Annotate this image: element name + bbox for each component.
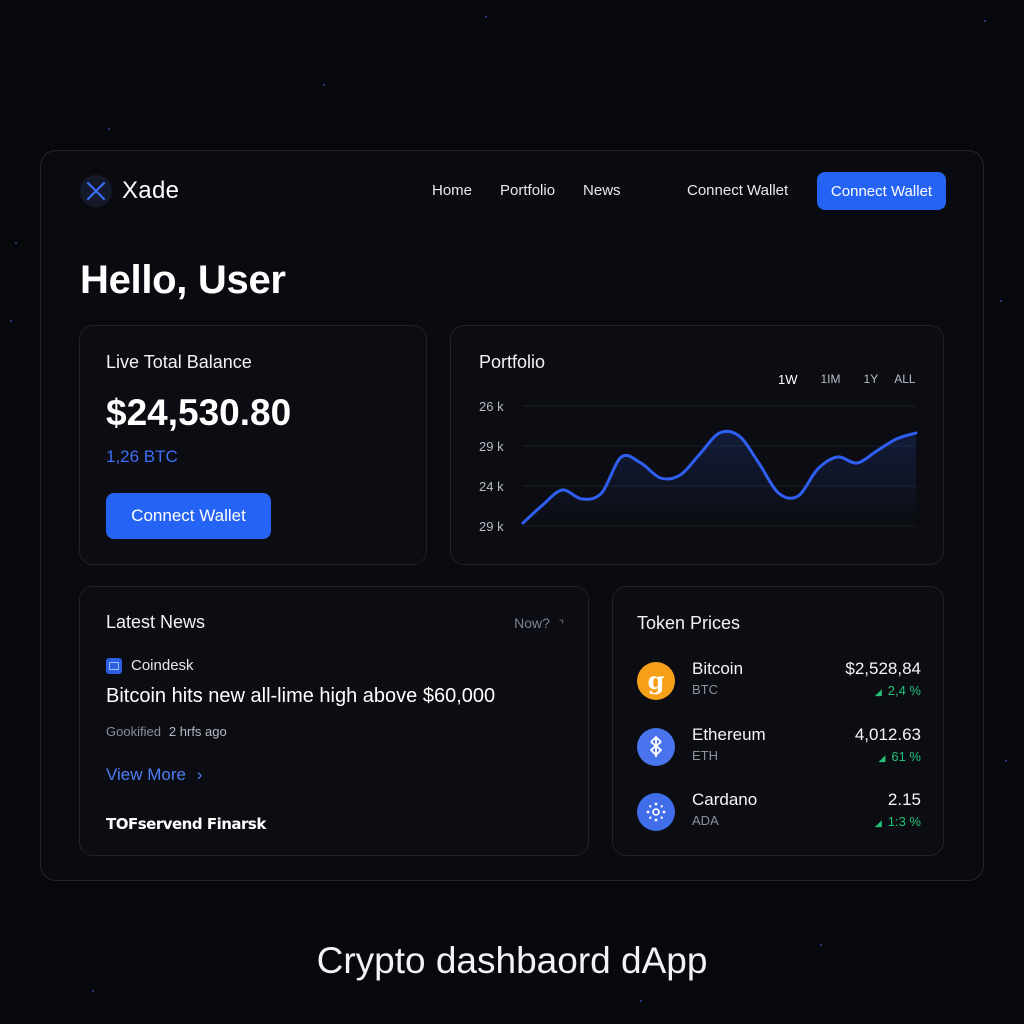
balance-card: Live Total Balance $24,530.80 1,26 BTC C… [79, 325, 427, 565]
token-change-value: 1:3 % [887, 814, 921, 829]
page-caption: Crypto dashbaord dApp [316, 940, 708, 981]
view-more-link[interactable]: View More › [106, 765, 202, 785]
star-decoration [323, 84, 325, 86]
cardano-icon [637, 793, 675, 831]
bitcoin-icon: g [637, 662, 675, 700]
nav-item-home[interactable]: Home [432, 182, 472, 199]
news-time: 2 hrfs ago [168, 724, 227, 739]
token-change-value: 2,4 % [887, 683, 921, 698]
news-author: Gookified [106, 724, 161, 739]
star-decoration [1000, 300, 1002, 302]
token-symbol: ETH [692, 748, 718, 763]
balance-amount: $24,530.80 [106, 392, 292, 433]
token-row-ethereum[interactable]: Ethereum ETH 4,012.63 ◢ 61 % [637, 725, 921, 769]
news-headline[interactable]: Bitcoin hits new all-lime high above $60… [106, 685, 495, 708]
news-card: Latest News Now? ⌝ Coindesk Bitcoin hits… [79, 586, 589, 856]
coindesk-icon [106, 657, 122, 674]
balance-btc: 1,26 BTC [106, 447, 178, 466]
nav-item-news[interactable]: News [583, 182, 621, 199]
tab-1w[interactable]: 1W [778, 372, 798, 387]
star-decoration [10, 320, 12, 322]
y-tick-label: 29 k [479, 519, 504, 534]
tab-1m[interactable]: 1IM [821, 372, 841, 387]
token-change-value: 61 % [891, 749, 921, 764]
trend-up-icon: ◢ [874, 687, 882, 697]
balance-connect-wallet-button[interactable]: Connect Wallet [106, 493, 271, 539]
trend-up-icon: ◢ [878, 753, 886, 763]
page-title: Hello, User [80, 258, 286, 302]
news-source: Coindesk [106, 657, 194, 674]
nav-connect-wallet-link[interactable]: Connect Wallet [687, 182, 788, 199]
news-source-name: Coindesk [131, 657, 194, 674]
token-change: ◢ 1:3 % [875, 814, 921, 829]
portfolio-card-title: Portfolio [479, 352, 546, 372]
news-meta: Gookified 2 hrfs ago [106, 724, 227, 739]
app-name: Xade [122, 177, 180, 204]
range-tabs: 1W 1IM 1Y ALL [778, 372, 916, 387]
news-footer-brand: TOFservend Finarsk [106, 815, 266, 833]
star-decoration [92, 990, 94, 992]
token-change: ◢ 61 % [878, 749, 921, 764]
portfolio-card: 26 k 29 k 24 k 29 k Portfolio 1W 1IM 1Y ALL [450, 325, 944, 565]
token-change: ◢ 2,4 % [875, 683, 921, 698]
news-now-label[interactable]: Now? ⌝ [514, 615, 564, 631]
y-tick-label: 26 k [479, 399, 504, 414]
token-row-bitcoin[interactable]: g Bitcoin BTC $2,528,84 ◢ 2,4 % [637, 659, 921, 703]
token-symbol: ADA [692, 813, 719, 828]
main-nav: Home Portfolio News [432, 182, 621, 199]
xade-logo-icon [80, 175, 112, 207]
token-price: 4,012.63 [854, 725, 921, 744]
y-tick-label: 29 k [479, 439, 504, 454]
token-card-title: Token Prices [637, 613, 741, 633]
token-symbol: BTC [692, 682, 718, 697]
token-name: Bitcoin [692, 659, 744, 678]
token-name: Cardano [692, 790, 758, 809]
y-tick-label: 24 k [479, 479, 504, 494]
star-decoration [640, 1000, 642, 1002]
token-price: $2,528,84 [845, 659, 921, 678]
view-more-label: View More [106, 765, 186, 784]
chevron-right-icon: › [196, 765, 203, 784]
tab-all[interactable]: ALL [894, 372, 915, 387]
token-row-cardano[interactable]: Cardano ADA 2.15 ◢ 1:3 % [637, 790, 921, 834]
token-name: Ethereum [692, 725, 766, 744]
nav-item-portfolio[interactable]: Portfolio [500, 182, 555, 199]
balance-card-title: Live Total Balance [106, 352, 252, 372]
tab-1y[interactable]: 1Y [864, 372, 879, 387]
news-card-title: Latest News [106, 612, 206, 632]
token-prices-card: Token Prices g Bitcoin BTC $2,528,84 ◢ 2,… [612, 586, 944, 856]
ethereum-icon [637, 728, 675, 766]
star-decoration [485, 16, 487, 18]
header-connect-wallet-button[interactable]: Connect Wallet [817, 172, 946, 210]
token-price: 2.15 [887, 790, 921, 809]
news-now-text: Now? [514, 615, 550, 631]
star-decoration [984, 20, 986, 22]
chevron-icon: ⌝ [558, 619, 564, 631]
app-logo[interactable]: Xade [80, 175, 179, 207]
star-decoration [108, 128, 110, 130]
star-decoration [1005, 760, 1007, 762]
star-decoration [15, 242, 17, 244]
trend-up-icon: ◢ [874, 818, 882, 828]
